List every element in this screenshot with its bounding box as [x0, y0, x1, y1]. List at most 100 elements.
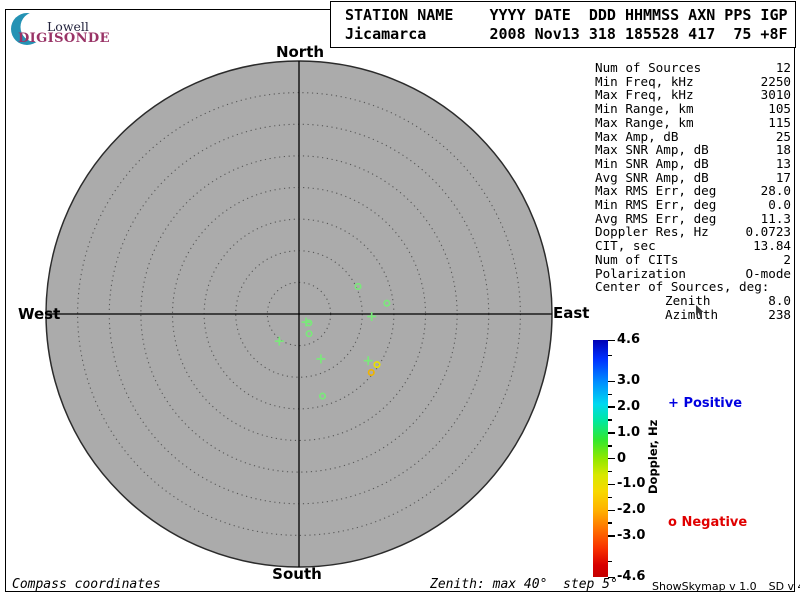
- stat-label: Polarization: [595, 265, 686, 281]
- stat-row: Max Amp, dB 25: [595, 128, 791, 144]
- stat-label: Min Range, km: [595, 101, 694, 117]
- stat-row: Num of CITs 2: [595, 253, 791, 267]
- stat-label: Max Range, km: [595, 114, 694, 130]
- colorbar-major-tick: [608, 380, 615, 383]
- stat-value: 3010: [760, 87, 791, 103]
- colorbar-tick-label: -1.0: [617, 476, 646, 492]
- mouse-cursor: [696, 305, 704, 317]
- colorbar-major-tick: [608, 458, 615, 460]
- compass-label-south: South: [272, 565, 322, 583]
- colorbar-minor-tick: [608, 445, 612, 447]
- stat-row: Min Freq, kHz 2250: [595, 73, 791, 89]
- circle-marker-icon: o: [668, 515, 677, 530]
- colorbar-tick-label: -2.0: [617, 502, 646, 518]
- stat-value: 17: [775, 169, 791, 185]
- colorbar-major-tick: [608, 432, 615, 434]
- stat-label: Max Amp, dB: [595, 128, 679, 144]
- stat-row: Min SNR Amp, dB 13: [595, 157, 791, 171]
- stat-value: 2: [783, 251, 791, 267]
- colorbar-minor-tick: [608, 522, 612, 524]
- stat-row: Avg RMS Err, deg 11.3: [595, 212, 791, 226]
- stat-row: Num of Sources 12: [595, 61, 791, 75]
- sd-version: SD v 4.2: [768, 580, 800, 593]
- stat-row: Max Range, km 115: [595, 116, 791, 130]
- colorbar-major-tick: [608, 535, 615, 537]
- stat-value: 11.3: [760, 210, 791, 226]
- colorbar-minor-tick: [608, 354, 612, 357]
- logo-digisonde-text: DIGISONDE: [18, 31, 110, 46]
- station-header: STATION NAME YYYY DATE DDD HHMMSS AXN PP…: [330, 1, 796, 48]
- coordinates-note: Compass coordinates: [12, 577, 161, 592]
- colorbar-minor-tick: [608, 393, 612, 395]
- stat-value: 28.0: [760, 183, 791, 199]
- colorbar-tick-label: 2.0: [617, 398, 641, 414]
- legend-negative-label: Negative: [681, 515, 748, 530]
- stat-label: Min SNR Amp, dB: [595, 155, 709, 171]
- compass-label-west: West: [18, 305, 61, 323]
- compass-label-east: East: [553, 304, 590, 322]
- stat-value: 25: [775, 128, 791, 144]
- stat-row: Max SNR Amp, dB 18: [595, 143, 791, 157]
- colorbar-major-tick: [608, 406, 615, 408]
- stat-value: 18: [775, 142, 791, 158]
- stat-label: Min Freq, kHz: [595, 73, 694, 89]
- colorbar-tick-label: 4.6: [617, 332, 641, 347]
- plus-marker-icon: +: [668, 396, 679, 411]
- stat-row: CIT, sec 13.84: [595, 239, 791, 253]
- stat-row: Doppler Res, Hz 0.0723: [595, 225, 791, 239]
- stat-value: 0.0: [768, 197, 791, 213]
- stat-value: 115: [768, 114, 791, 130]
- colorbar-tick-label: 1.0: [617, 424, 641, 440]
- stat-row: Min RMS Err, deg 0.0: [595, 198, 791, 212]
- header-values: Jicamarca 2008 Nov13 318 185528 417 75 +…: [345, 25, 788, 43]
- stat-value: 13.84: [753, 238, 791, 254]
- colorbar-minor-tick: [608, 470, 612, 473]
- stats-panel: Num of Sources 12 Min Freq, kHz 2250 Max Fre…: [595, 61, 791, 321]
- version-info: ShowSkymap v 1.0 SD v 4.2: [652, 580, 800, 593]
- header-columns: STATION NAME YYYY DATE DDD HHMMSS AXN PP…: [345, 6, 788, 24]
- stat-label: Max Freq, kHz: [595, 87, 694, 103]
- doppler-colorbar: [593, 340, 608, 577]
- stat-value: 105: [768, 101, 791, 117]
- stat-value: 8.0: [768, 292, 791, 308]
- stat-label: CIT, sec: [595, 238, 656, 254]
- colorbar-major-tick: [608, 509, 615, 511]
- stat-row: Zenith 8.0: [595, 294, 791, 308]
- colorbar-minor-tick: [608, 419, 612, 421]
- stat-value: 13: [775, 155, 791, 171]
- colorbar-tick-label: -4.6: [617, 569, 646, 584]
- colorbar-minor-tick: [608, 496, 612, 499]
- stat-row: Max Freq, kHz 3010: [595, 88, 791, 102]
- stat-label: Avg SNR Amp, dB: [595, 169, 709, 185]
- stat-value: O-mode: [745, 265, 792, 281]
- zenith-scale-note: Zenith: max 40° step 5°: [430, 577, 618, 592]
- colorbar-major-tick: [608, 483, 615, 486]
- stat-label: Max RMS Err, deg: [595, 183, 717, 199]
- stat-row: Min Range, km 105: [595, 102, 791, 116]
- colorbar-minor-tick: [608, 561, 612, 563]
- stat-row: Center of Sources, deg:: [595, 280, 791, 294]
- stat-row: Azimuth 238: [595, 306, 791, 322]
- compass-label-north: North: [275, 43, 325, 61]
- legend-positive-label: Positive: [683, 396, 743, 411]
- stat-value: 0.0723: [745, 224, 792, 240]
- legend-negative: o Negative: [668, 515, 747, 530]
- stat-label: Max SNR Amp, dB: [595, 142, 709, 158]
- stat-label: Num of CITs: [595, 251, 679, 267]
- stat-label: Doppler Res, Hz: [595, 224, 709, 240]
- app-version: ShowSkymap v 1.0: [652, 580, 757, 593]
- colorbar-tick-label: -3.0: [617, 527, 646, 543]
- stat-label: Avg RMS Err, deg: [595, 210, 717, 226]
- stat-label: Num of Sources: [595, 60, 702, 75]
- stat-value: 238: [768, 306, 791, 322]
- stat-value: 12: [775, 60, 791, 75]
- showskymap-window: Lowell DIGISONDE STATION NAME YYYY DATE …: [0, 0, 800, 600]
- doppler-axis-label: Doppler, Hz: [646, 419, 660, 494]
- stat-row: Polarization O-mode: [595, 265, 792, 281]
- colorbar-tick-label: 3.0: [617, 373, 641, 389]
- stat-row: Max RMS Err, deg 28.0: [595, 184, 791, 198]
- stat-label: Azimuth: [665, 306, 719, 322]
- colorbar-tick-label: 0: [617, 450, 627, 466]
- stat-value: 2250: [760, 73, 791, 89]
- stat-label: Center of Sources, deg:: [595, 279, 770, 295]
